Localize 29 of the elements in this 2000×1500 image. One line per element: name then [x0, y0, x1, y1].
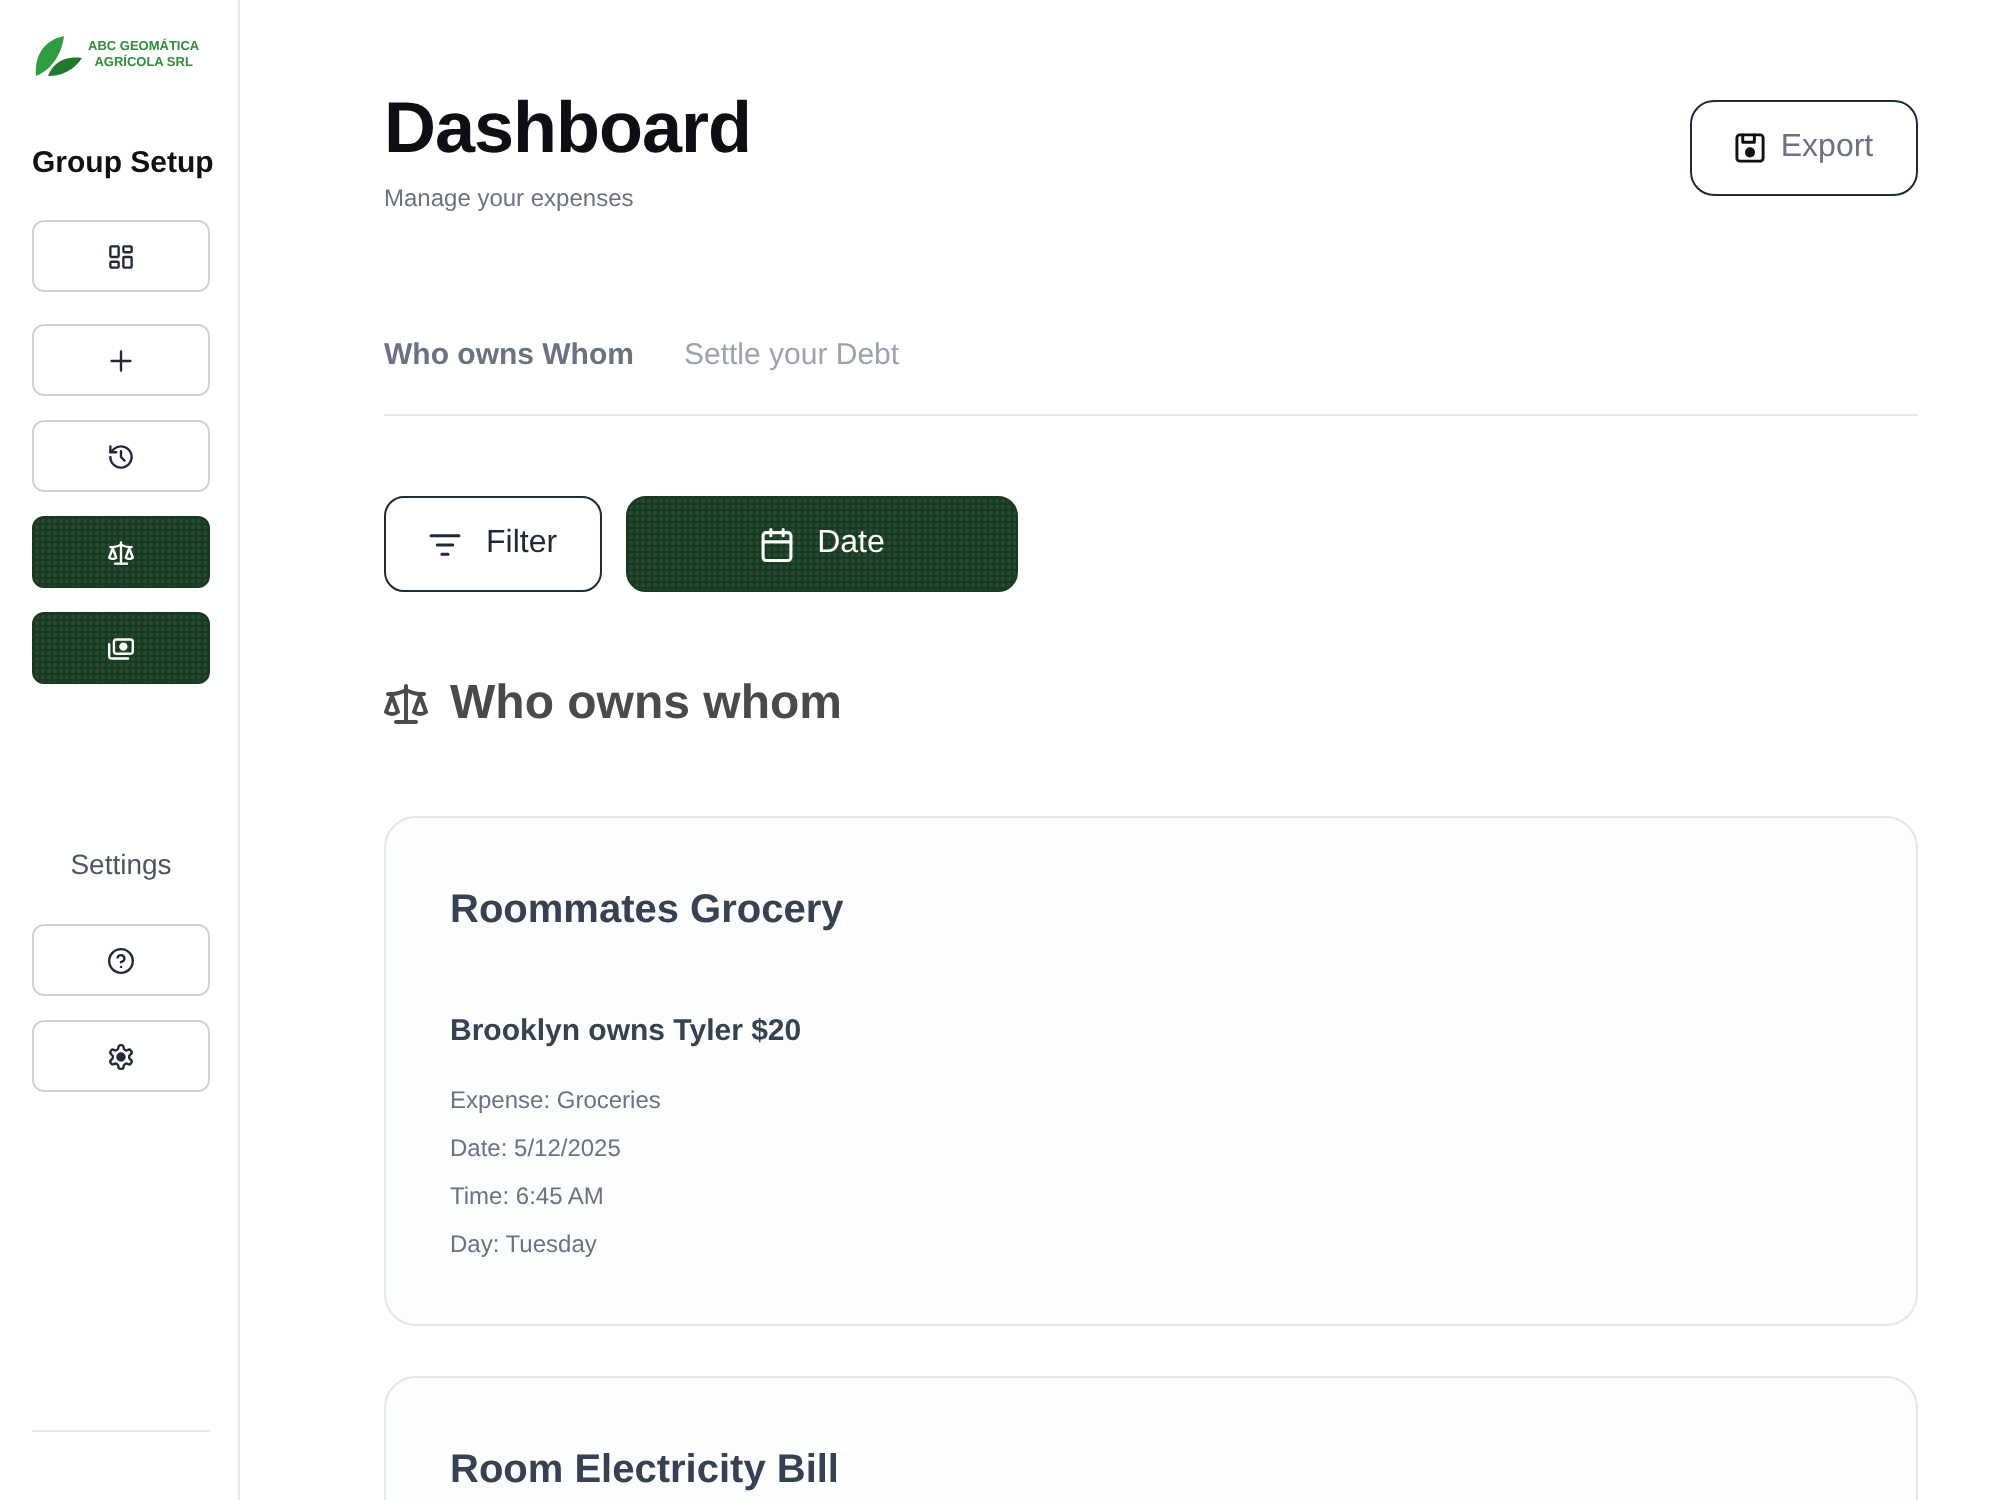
settings-icon	[108, 1043, 134, 1069]
detail-text: Date: 5/12/2025	[450, 1132, 623, 1166]
detail-text: Time: 6:45 AM	[450, 1180, 606, 1214]
page-subtitle: Manage your expenses	[384, 184, 636, 212]
page-title: Dashboard	[384, 88, 752, 168]
export-button[interactable]: Export	[1690, 100, 1918, 196]
debt-summary: Brooklyn owns Tyler $20	[450, 1012, 804, 1052]
sidebar-button[interactable]	[32, 516, 210, 588]
scale-icon	[384, 682, 428, 726]
calendar-icon	[759, 527, 794, 561]
section-title: Settings	[68, 846, 174, 884]
detail-text: Day: Tuesday	[450, 1228, 599, 1262]
tab[interactable]: Settle your Debt	[683, 336, 900, 376]
section-heading: Who owns whom	[450, 674, 842, 734]
card-title: Roommates Grocery	[450, 886, 846, 936]
tab[interactable]: Who owns Whom	[384, 336, 634, 376]
scale-icon	[108, 539, 134, 565]
section-title: Group Setup	[32, 144, 208, 184]
help-icon	[108, 947, 134, 973]
banknote-icon	[108, 635, 134, 661]
filter-button[interactable]: Filter	[384, 496, 602, 592]
leaf-logo-icon	[32, 32, 84, 80]
date-button[interactable]: Date	[625, 496, 1019, 592]
history-icon	[108, 443, 134, 469]
plus-icon	[108, 347, 134, 373]
detail-text: Expense: Groceries	[450, 1084, 663, 1118]
grid-icon	[108, 243, 134, 269]
card-title: Room Electricity Bill	[450, 1446, 841, 1496]
sidebar-button[interactable]	[32, 612, 210, 684]
